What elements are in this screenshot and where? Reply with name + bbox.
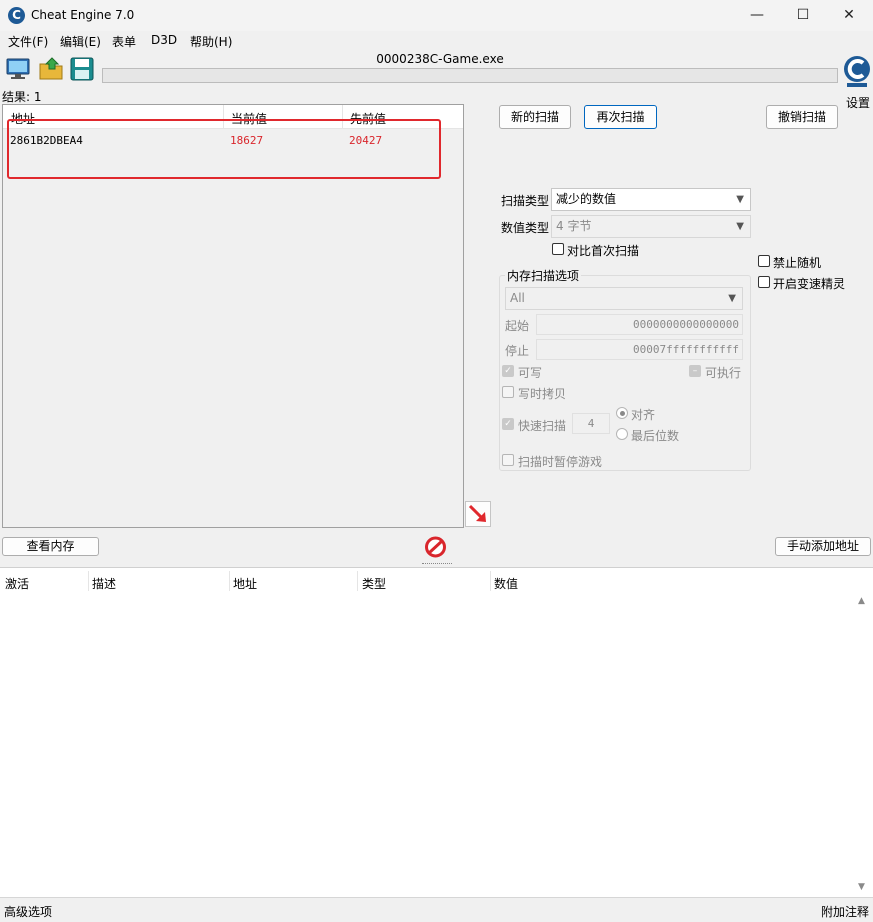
- column-separator[interactable]: [357, 571, 358, 591]
- menu-table[interactable]: 表单: [112, 33, 136, 50]
- column-address[interactable]: 地址: [233, 575, 257, 592]
- window-title: Cheat Engine 7.0: [31, 8, 135, 22]
- address-list[interactable]: 激活 描述 地址 类型 数值 ▲ ▼: [0, 567, 873, 897]
- advanced-options-button[interactable]: 高级选项: [4, 903, 52, 920]
- stop-address-field[interactable]: 00007fffffffffff: [536, 339, 743, 360]
- menu-edit[interactable]: 编辑(E): [60, 33, 101, 50]
- compare-first-label[interactable]: 对比首次扫描: [567, 242, 639, 259]
- pause-game-label[interactable]: 扫描时暂停游戏: [518, 453, 602, 470]
- view-memory-button[interactable]: 查看内存: [2, 537, 99, 556]
- column-active[interactable]: 激活: [5, 575, 29, 592]
- status-bar: 高级选项 附加注释: [0, 897, 873, 922]
- stop-label: 停止: [505, 344, 530, 358]
- disable-random-checkbox[interactable]: [758, 255, 770, 267]
- align-label[interactable]: 对齐: [631, 406, 655, 423]
- memory-region-select[interactable]: All ▼: [505, 287, 743, 310]
- scroll-down-icon[interactable]: ▼: [858, 882, 865, 892]
- copy-on-write-checkbox[interactable]: [502, 386, 514, 398]
- splitter-handle[interactable]: [422, 563, 452, 566]
- value-type-select[interactable]: 4 字节 ▼: [551, 215, 751, 238]
- undo-scan-button[interactable]: 撤销扫描: [766, 105, 838, 129]
- writable-checkbox[interactable]: ✓: [502, 365, 514, 377]
- column-value[interactable]: 数值: [494, 575, 518, 592]
- scroll-up-icon[interactable]: ▲: [858, 596, 865, 606]
- align-radio[interactable]: [616, 407, 628, 419]
- save-icon[interactable]: [68, 55, 96, 83]
- menu-help[interactable]: 帮助(H): [190, 33, 232, 50]
- copy-on-write-label[interactable]: 写时拷贝: [518, 385, 566, 402]
- value-type-value: 4 字节: [556, 219, 592, 233]
- column-separator[interactable]: [490, 571, 491, 591]
- new-scan-button[interactable]: 新的扫描: [499, 105, 571, 129]
- process-title: 0000238C-Game.exe: [376, 52, 504, 66]
- memory-region-value: All: [510, 291, 525, 305]
- cheat-engine-icon: C: [8, 7, 25, 24]
- speedhack-label[interactable]: 开启变速精灵: [773, 275, 845, 292]
- add-comment-button[interactable]: 附加注释: [821, 903, 869, 920]
- speedhack-checkbox[interactable]: [758, 276, 770, 288]
- highlight-annotation: [7, 119, 441, 179]
- chevron-down-icon: ▼: [728, 293, 736, 304]
- column-description[interactable]: 描述: [92, 575, 116, 592]
- last-digits-radio[interactable]: [616, 428, 628, 440]
- next-scan-button[interactable]: 再次扫描: [584, 105, 657, 129]
- minimize-button[interactable]: —: [734, 0, 780, 31]
- column-separator[interactable]: [88, 571, 89, 591]
- compare-first-checkbox[interactable]: [552, 243, 564, 255]
- value-type-label: 数值类型: [501, 221, 550, 235]
- scan-type-value: 减少的数值: [556, 192, 617, 206]
- maximize-button[interactable]: ☐: [780, 0, 826, 31]
- menu-d3d[interactable]: D3D: [151, 33, 177, 47]
- memory-options-label: 内存扫描选项: [505, 267, 582, 284]
- chevron-down-icon: ▼: [736, 221, 744, 232]
- title-bar: C Cheat Engine 7.0 — ☐ ✕: [0, 0, 873, 31]
- menu-file[interactable]: 文件(F): [8, 33, 48, 50]
- start-label: 起始: [505, 319, 530, 333]
- disable-random-label[interactable]: 禁止随机: [773, 254, 821, 271]
- fast-scan-checkbox[interactable]: ✓: [502, 418, 514, 430]
- vertical-scrollbar[interactable]: ▲ ▼: [855, 592, 871, 896]
- executable-checkbox[interactable]: –: [689, 365, 701, 377]
- close-button[interactable]: ✕: [826, 0, 872, 31]
- open-file-icon[interactable]: [37, 55, 65, 83]
- add-address-button[interactable]: 手动添加地址: [775, 537, 871, 556]
- fast-scan-label[interactable]: 快速扫描: [518, 417, 566, 434]
- open-process-icon[interactable]: [4, 55, 32, 83]
- column-type[interactable]: 类型: [362, 575, 386, 592]
- chevron-down-icon: ▼: [736, 194, 744, 205]
- column-separator[interactable]: [229, 571, 230, 591]
- executable-label[interactable]: 可执行: [705, 364, 741, 381]
- last-digits-label[interactable]: 最后位数: [631, 427, 679, 444]
- scan-type-select[interactable]: 减少的数值 ▼: [551, 188, 751, 211]
- scan-type-label: 扫描类型: [501, 194, 550, 208]
- start-address-field[interactable]: 0000000000000000: [536, 314, 743, 335]
- pause-game-checkbox[interactable]: [502, 454, 514, 466]
- stop-clear-icon[interactable]: [423, 535, 448, 559]
- add-to-list-arrow-icon[interactable]: [465, 501, 491, 527]
- settings-label[interactable]: 设置: [846, 94, 870, 111]
- result-count: 结果: 1: [2, 90, 42, 104]
- writable-label[interactable]: 可写: [518, 364, 542, 381]
- scan-progress-bar: [102, 68, 838, 83]
- fast-scan-alignment-field[interactable]: 4: [572, 413, 610, 434]
- settings-logo-icon[interactable]: [843, 53, 871, 89]
